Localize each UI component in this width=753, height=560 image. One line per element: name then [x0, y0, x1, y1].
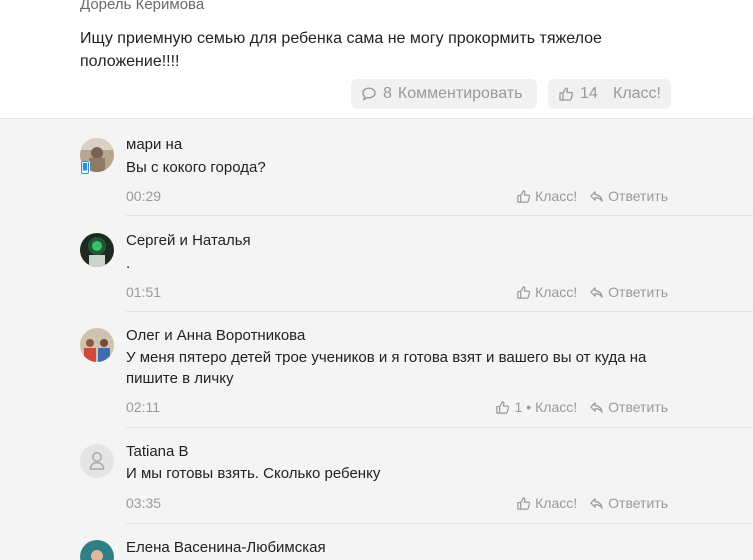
- comments-list: мари на Вы с кокого города? 00:29 Класс!…: [0, 118, 753, 560]
- comment-time: 03:35: [126, 495, 162, 511]
- comment-actions: Класс! Ответить: [516, 284, 668, 300]
- reply-button[interactable]: Ответить: [608, 188, 668, 204]
- comment-actions: Класс! Ответить: [516, 495, 668, 511]
- like-button[interactable]: Класс!: [535, 188, 577, 204]
- class-label: Класс!: [613, 85, 661, 102]
- comment-text: И мы готовы взять. Сколько ребенку: [126, 465, 381, 482]
- comment-author[interactable]: Елена Васенина-Любимская: [126, 539, 326, 556]
- avatar[interactable]: [80, 328, 114, 362]
- comment-actions: Класс! Ответить: [516, 188, 668, 204]
- comment-time: 02:11: [126, 399, 160, 415]
- class-button[interactable]: 14 Класс!: [548, 79, 671, 109]
- avatar[interactable]: [80, 233, 114, 267]
- dot-separator: •: [526, 399, 532, 415]
- comments-count: 8: [383, 85, 392, 102]
- thumbs-up-icon: [558, 86, 574, 102]
- comment-text: Вы с кокого города?: [126, 159, 266, 176]
- reply-button[interactable]: Ответить: [608, 495, 668, 511]
- reply-arrow-icon[interactable]: [589, 285, 604, 300]
- like-button[interactable]: Класс!: [535, 495, 577, 511]
- divider: [126, 523, 753, 524]
- avatar[interactable]: [80, 540, 114, 560]
- post-author[interactable]: Дорель Керимова: [80, 0, 204, 13]
- comment-time: 00:29: [126, 188, 162, 204]
- thumbs-up-icon[interactable]: [516, 496, 531, 511]
- comment-author[interactable]: Tatiana B: [126, 443, 189, 460]
- comment-button[interactable]: 8 Комментировать: [351, 79, 537, 109]
- thumbs-up-icon[interactable]: [495, 400, 510, 415]
- divider: [126, 215, 753, 216]
- divider: [126, 311, 753, 312]
- like-button[interactable]: Класс!: [535, 399, 577, 415]
- comment-likes-count: 1: [514, 399, 523, 415]
- thumbs-up-icon[interactable]: [516, 285, 531, 300]
- reply-arrow-icon[interactable]: [589, 189, 604, 204]
- comment-author[interactable]: Олег и Анна Воротникова: [126, 327, 305, 344]
- reply-button[interactable]: Ответить: [608, 284, 668, 300]
- user-silhouette-icon[interactable]: [80, 444, 114, 478]
- reply-button[interactable]: Ответить: [608, 399, 668, 415]
- reply-arrow-icon[interactable]: [589, 400, 604, 415]
- like-button[interactable]: Класс!: [535, 284, 577, 300]
- comment-label: Комментировать: [397, 85, 523, 102]
- comment-time: 01:51: [126, 284, 162, 300]
- comment-text: .: [126, 255, 131, 272]
- speech-bubble-icon: [361, 86, 377, 102]
- likes-count: 14: [580, 85, 598, 102]
- thumbs-up-icon[interactable]: [516, 189, 531, 204]
- comment-text: У меня пятеро детей трое учеников и я го…: [126, 349, 647, 387]
- comment-actions: 1 • Класс! Ответить: [495, 399, 668, 415]
- comment-author[interactable]: Сергей и Наталья: [126, 232, 251, 249]
- comment-author[interactable]: мари на: [126, 136, 182, 153]
- divider: [126, 427, 753, 428]
- post-text: Ищу приемную семью для ребенка сама не м…: [80, 30, 602, 70]
- mobile-phone-icon: [80, 161, 90, 174]
- reply-arrow-icon[interactable]: [589, 496, 604, 511]
- post: Дорель Керимова Ищу приемную семью для р…: [0, 0, 753, 118]
